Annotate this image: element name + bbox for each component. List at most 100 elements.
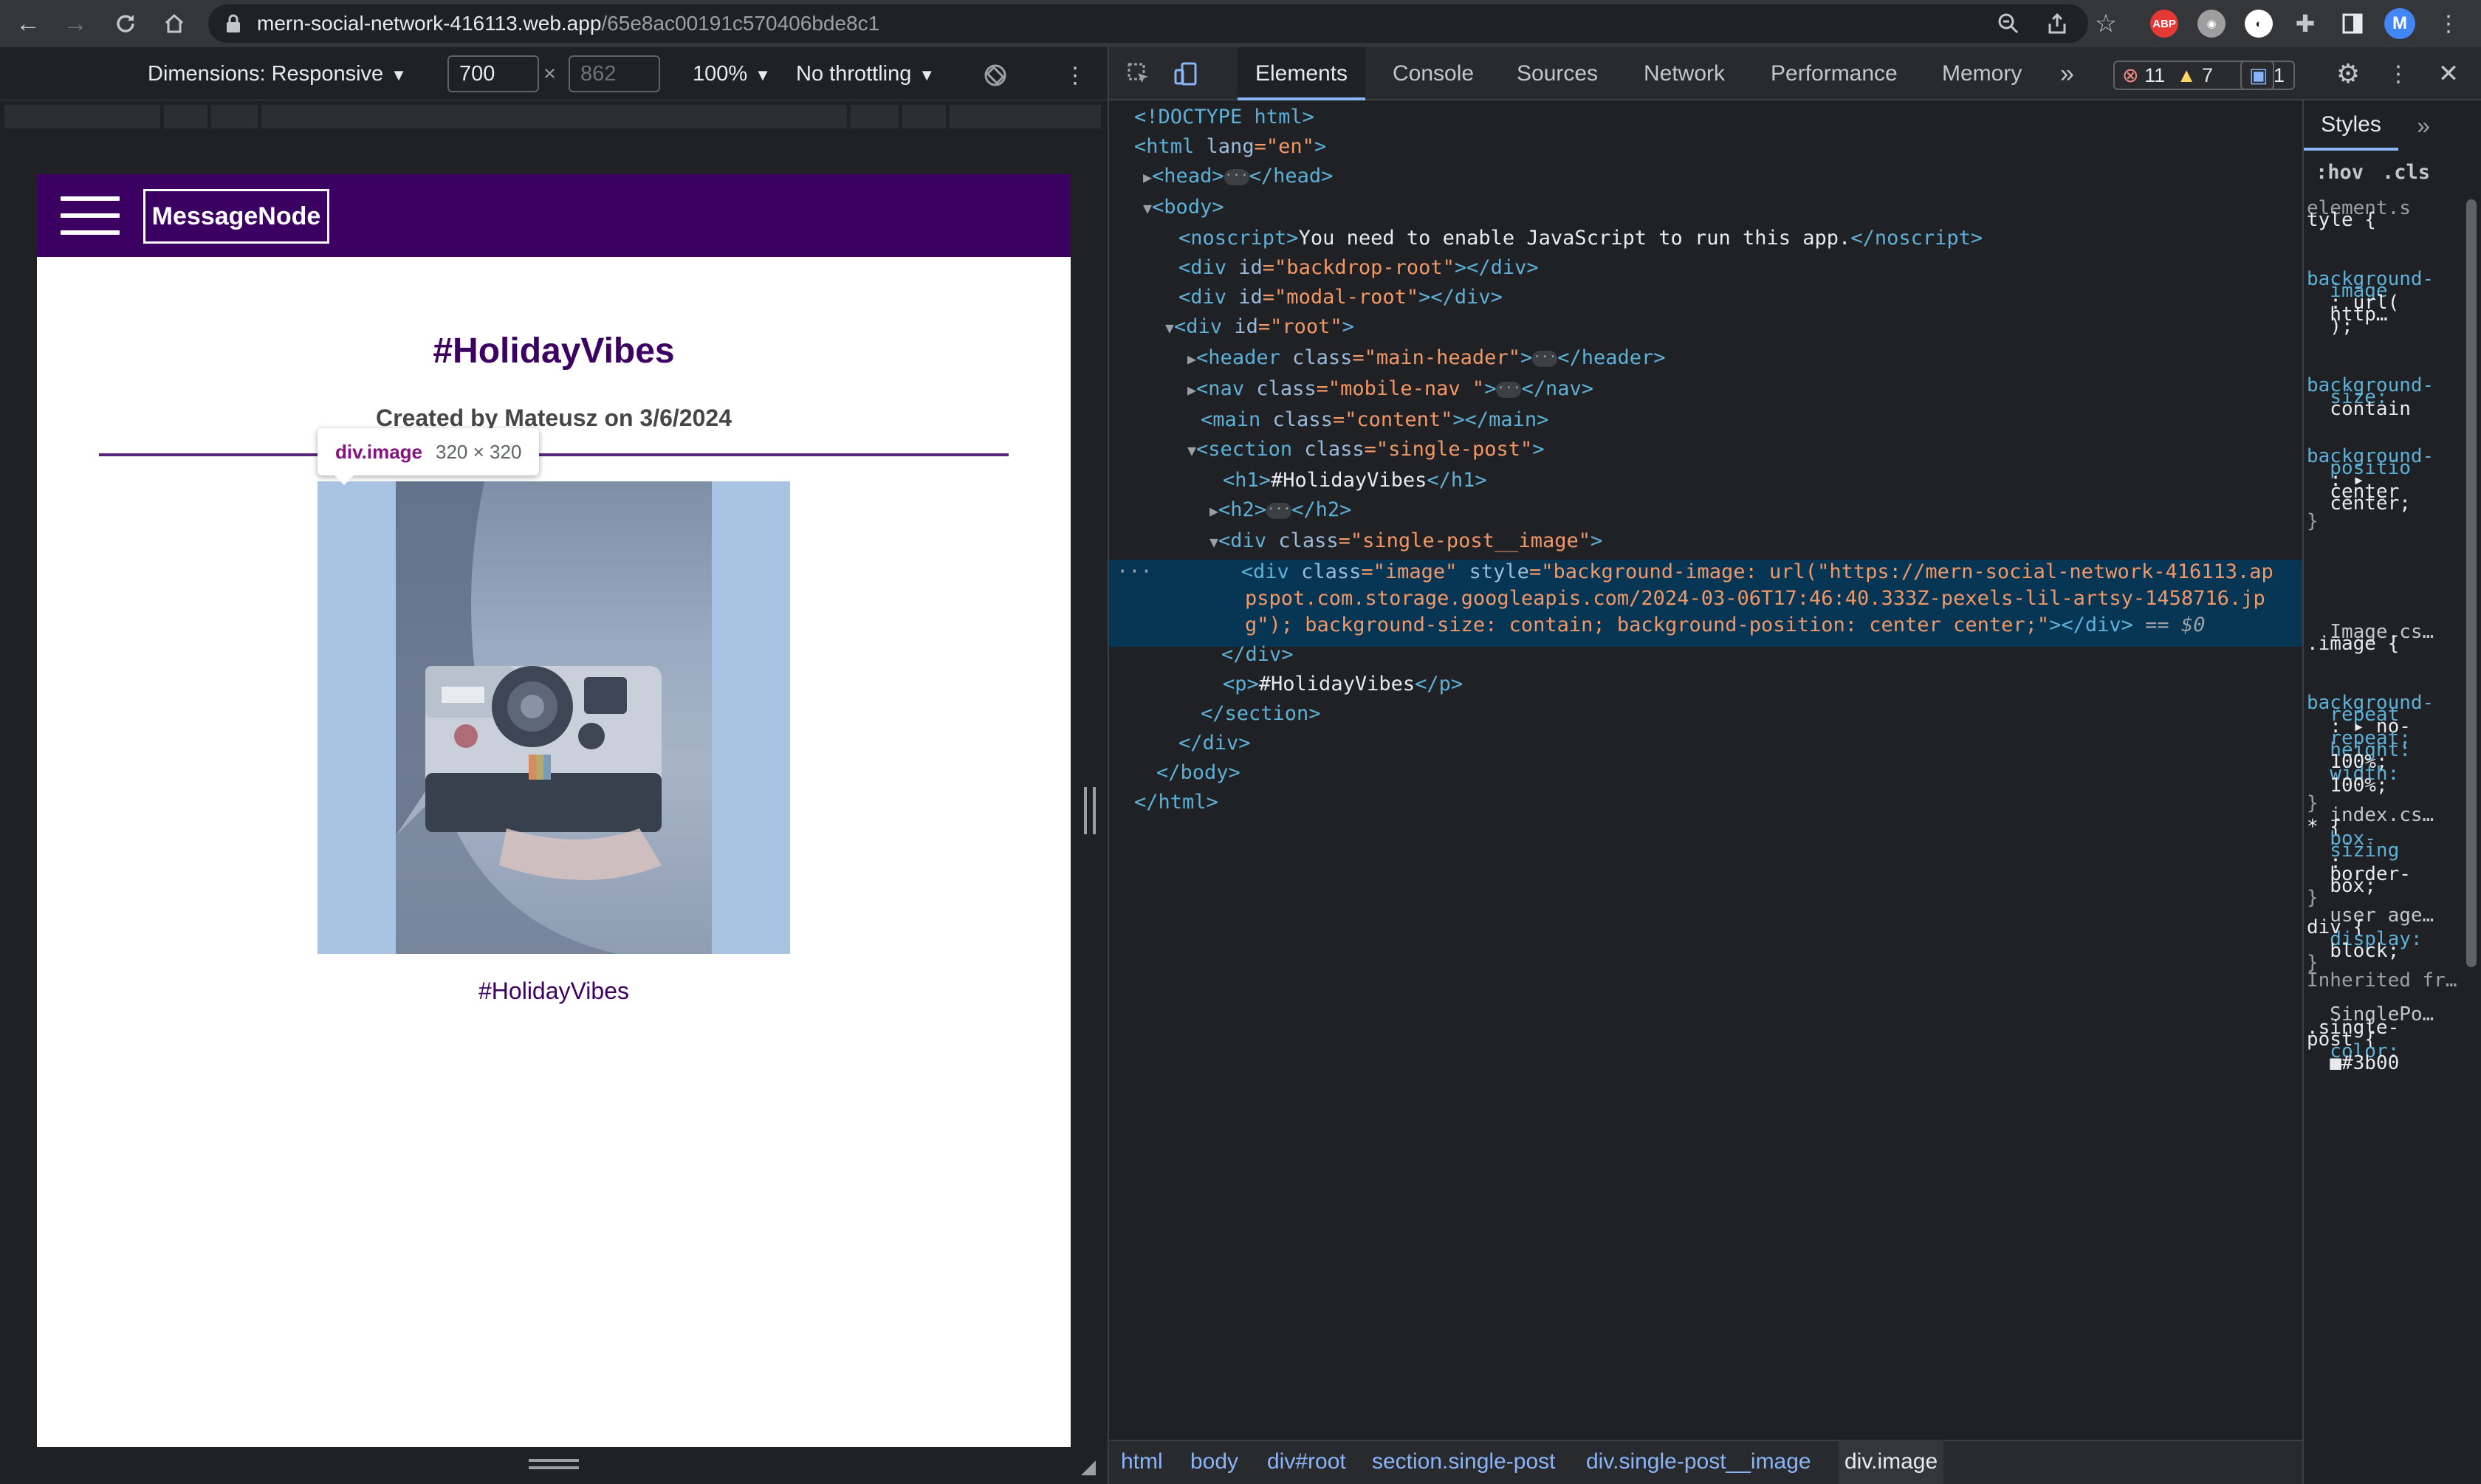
tab-elements[interactable]: Elements	[1238, 47, 1366, 100]
dom-node[interactable]: </section>	[1109, 700, 2302, 728]
dom-node[interactable]: </body>	[1109, 759, 2302, 787]
bookmark-star-icon[interactable]: ☆	[2090, 7, 2122, 40]
breadcrumb-item[interactable]: div.single-post__image	[1586, 1440, 1811, 1484]
dom-node[interactable]: <div id="backdrop-root"></div>	[1109, 254, 2302, 282]
device-toggle-icon[interactable]	[1170, 58, 1202, 90]
breadcrumb-item[interactable]: div#root	[1267, 1440, 1346, 1484]
viewport-resize-handle-bottom[interactable]	[529, 1459, 579, 1469]
back-icon[interactable]: ←	[10, 6, 46, 41]
rotate-icon[interactable]	[979, 59, 1012, 92]
collapsed-ellipsis-icon[interactable]: ···	[1532, 350, 1558, 367]
device-toolbar-menu-icon[interactable]: ⋮	[1059, 59, 1091, 92]
tab-console[interactable]: Console	[1393, 47, 1474, 100]
style-rule-line[interactable]: contain	[2307, 397, 2411, 421]
collapse-triangle-icon[interactable]: ▼	[1165, 319, 1174, 337]
dom-node[interactable]: </div>	[1109, 729, 2302, 758]
media-query-segment[interactable]	[902, 105, 948, 128]
style-rule-line[interactable]: Inherited fr…	[2307, 969, 2457, 992]
expand-triangle-icon[interactable]: ▶	[1187, 381, 1196, 399]
breadcrumb-item-active[interactable]: div.image	[1839, 1440, 1944, 1484]
node-actions-ellipsis-icon[interactable]: ···	[1116, 560, 1153, 583]
forward-icon[interactable]: →	[58, 6, 93, 41]
close-devtools-icon[interactable]: ✕	[2432, 58, 2465, 90]
more-side-tabs-icon[interactable]: »	[2409, 111, 2438, 140]
width-input[interactable]: 700	[447, 55, 539, 92]
tab-sources[interactable]: Sources	[1517, 47, 1598, 100]
collapse-triangle-icon[interactable]: ▼	[1187, 442, 1196, 459]
devtools-menu-icon[interactable]: ⋮	[2382, 58, 2415, 90]
media-query-segment[interactable]	[851, 105, 901, 128]
dom-node[interactable]: ▼<section class="single-post">	[1109, 436, 2302, 464]
dom-node[interactable]: </div>	[1109, 641, 2302, 669]
style-rule-line[interactable]: center;	[2307, 492, 2411, 515]
collapsed-ellipsis-icon[interactable]: ···	[1224, 168, 1249, 185]
style-rule-line[interactable]: .image {	[2307, 632, 2399, 656]
style-rule-line[interactable]: );	[2307, 315, 2353, 338]
extension-face-icon[interactable]: ◉	[2197, 10, 2226, 38]
dom-node-selected-cont[interactable]: pspot.com.storage.googleapis.com/2024-03…	[1109, 585, 2302, 613]
media-query-segment[interactable]	[4, 105, 162, 128]
home-icon[interactable]	[157, 6, 192, 41]
media-query-segment[interactable]	[261, 105, 849, 128]
extension-circle-icon[interactable]: ◐	[2245, 10, 2273, 38]
tab-memory[interactable]: Memory	[1942, 47, 2022, 100]
extensions-puzzle-icon[interactable]: ✚	[2290, 9, 2320, 38]
media-query-segment[interactable]	[950, 105, 1103, 128]
dom-node[interactable]: ▶<nav class="mobile-nav ">···</nav>	[1109, 375, 2302, 404]
messages-counter[interactable]: ▣ 1	[2240, 61, 2295, 90]
style-rule-line[interactable]: 100%;	[2307, 774, 2387, 797]
expand-triangle-icon[interactable]: ▶	[1209, 502, 1218, 520]
height-input[interactable]: 862	[569, 55, 660, 92]
dom-node[interactable]: <h1>#HolidayVibes</h1>	[1109, 467, 2302, 495]
more-tabs-icon[interactable]: »	[2060, 47, 2074, 100]
dom-node[interactable]: <noscript>You need to enable JavaScript …	[1109, 224, 2302, 253]
lock-icon[interactable]	[222, 12, 245, 35]
dom-node[interactable]: ▶<header class="main-header">···</header…	[1109, 344, 2302, 373]
settings-gear-icon[interactable]: ⚙	[2332, 58, 2364, 90]
url-text[interactable]: mern-social-network-416113.web.app/65e8a…	[257, 0, 879, 47]
browser-menu-icon[interactable]: ⋮	[2434, 9, 2463, 38]
dimensions-select[interactable]: Dimensions: Responsive ▼	[148, 47, 407, 100]
style-rule-line[interactable]: }	[2307, 509, 2319, 533]
dom-node[interactable]: <!DOCTYPE html>	[1109, 103, 2302, 131]
expand-triangle-icon[interactable]: ▶	[1143, 168, 1152, 186]
tab-styles[interactable]: Styles	[2304, 100, 2398, 151]
expand-triangle-icon[interactable]: ▶	[1187, 350, 1196, 368]
dom-node-selected-cont[interactable]: g"); background-size: contain; backgroun…	[1109, 611, 2302, 639]
dom-node[interactable]: ▼<body>	[1109, 193, 2302, 222]
styles-scrollbar[interactable]	[2466, 199, 2477, 967]
hover-state-toggle[interactable]: :hov	[2316, 161, 2364, 184]
style-rule-line[interactable]: ■#3b00	[2307, 1051, 2399, 1075]
collapsed-ellipsis-icon[interactable]: ···	[1496, 381, 1522, 398]
collapsed-ellipsis-icon[interactable]: ···	[1266, 502, 1292, 519]
dom-node[interactable]: ▶<h2>···</h2>	[1109, 496, 2302, 525]
dom-node[interactable]: <p>#HolidayVibes</p>	[1109, 670, 2302, 698]
class-toggle[interactable]: .cls	[2382, 161, 2430, 184]
media-query-segment[interactable]	[211, 105, 260, 128]
viewport-resize-handle-right[interactable]	[1084, 787, 1096, 834]
menu-toggle-button[interactable]	[37, 174, 140, 257]
style-rule-line[interactable]: block;	[2307, 939, 2399, 963]
throttling-select[interactable]: No throttling ▼	[796, 47, 935, 100]
dom-node[interactable]: ▼<div class="single-post__image">	[1109, 527, 2302, 556]
dom-node[interactable]: <main class="content"></main>	[1109, 406, 2302, 434]
dom-node[interactable]: <html lang="en">	[1109, 133, 2302, 161]
dom-node[interactable]: <div id="modal-root"></div>	[1109, 284, 2302, 312]
style-rule-line[interactable]: tyle {	[2307, 208, 2376, 232]
tab-performance[interactable]: Performance	[1771, 47, 1898, 100]
reload-icon[interactable]	[108, 6, 143, 41]
collapse-triangle-icon[interactable]: ▼	[1143, 199, 1152, 217]
adblock-extension-icon[interactable]: ABP	[2150, 10, 2178, 38]
breadcrumb-item[interactable]: body	[1190, 1440, 1238, 1484]
share-icon[interactable]	[2042, 9, 2072, 38]
inspect-element-icon[interactable]	[1122, 58, 1155, 90]
dom-node[interactable]: </html>	[1109, 789, 2302, 817]
breadcrumb-item[interactable]: html	[1121, 1440, 1163, 1484]
logo-link[interactable]: MessageNode	[143, 189, 329, 244]
media-query-bar[interactable]	[0, 100, 1108, 137]
resize-corner-icon[interactable]: ◢	[1075, 1453, 1102, 1480]
tab-network[interactable]: Network	[1644, 47, 1725, 100]
dom-node[interactable]: ▶<head>···</head>	[1109, 162, 2302, 191]
media-query-segment[interactable]	[164, 105, 210, 128]
collapse-triangle-icon[interactable]: ▼	[1209, 533, 1218, 551]
